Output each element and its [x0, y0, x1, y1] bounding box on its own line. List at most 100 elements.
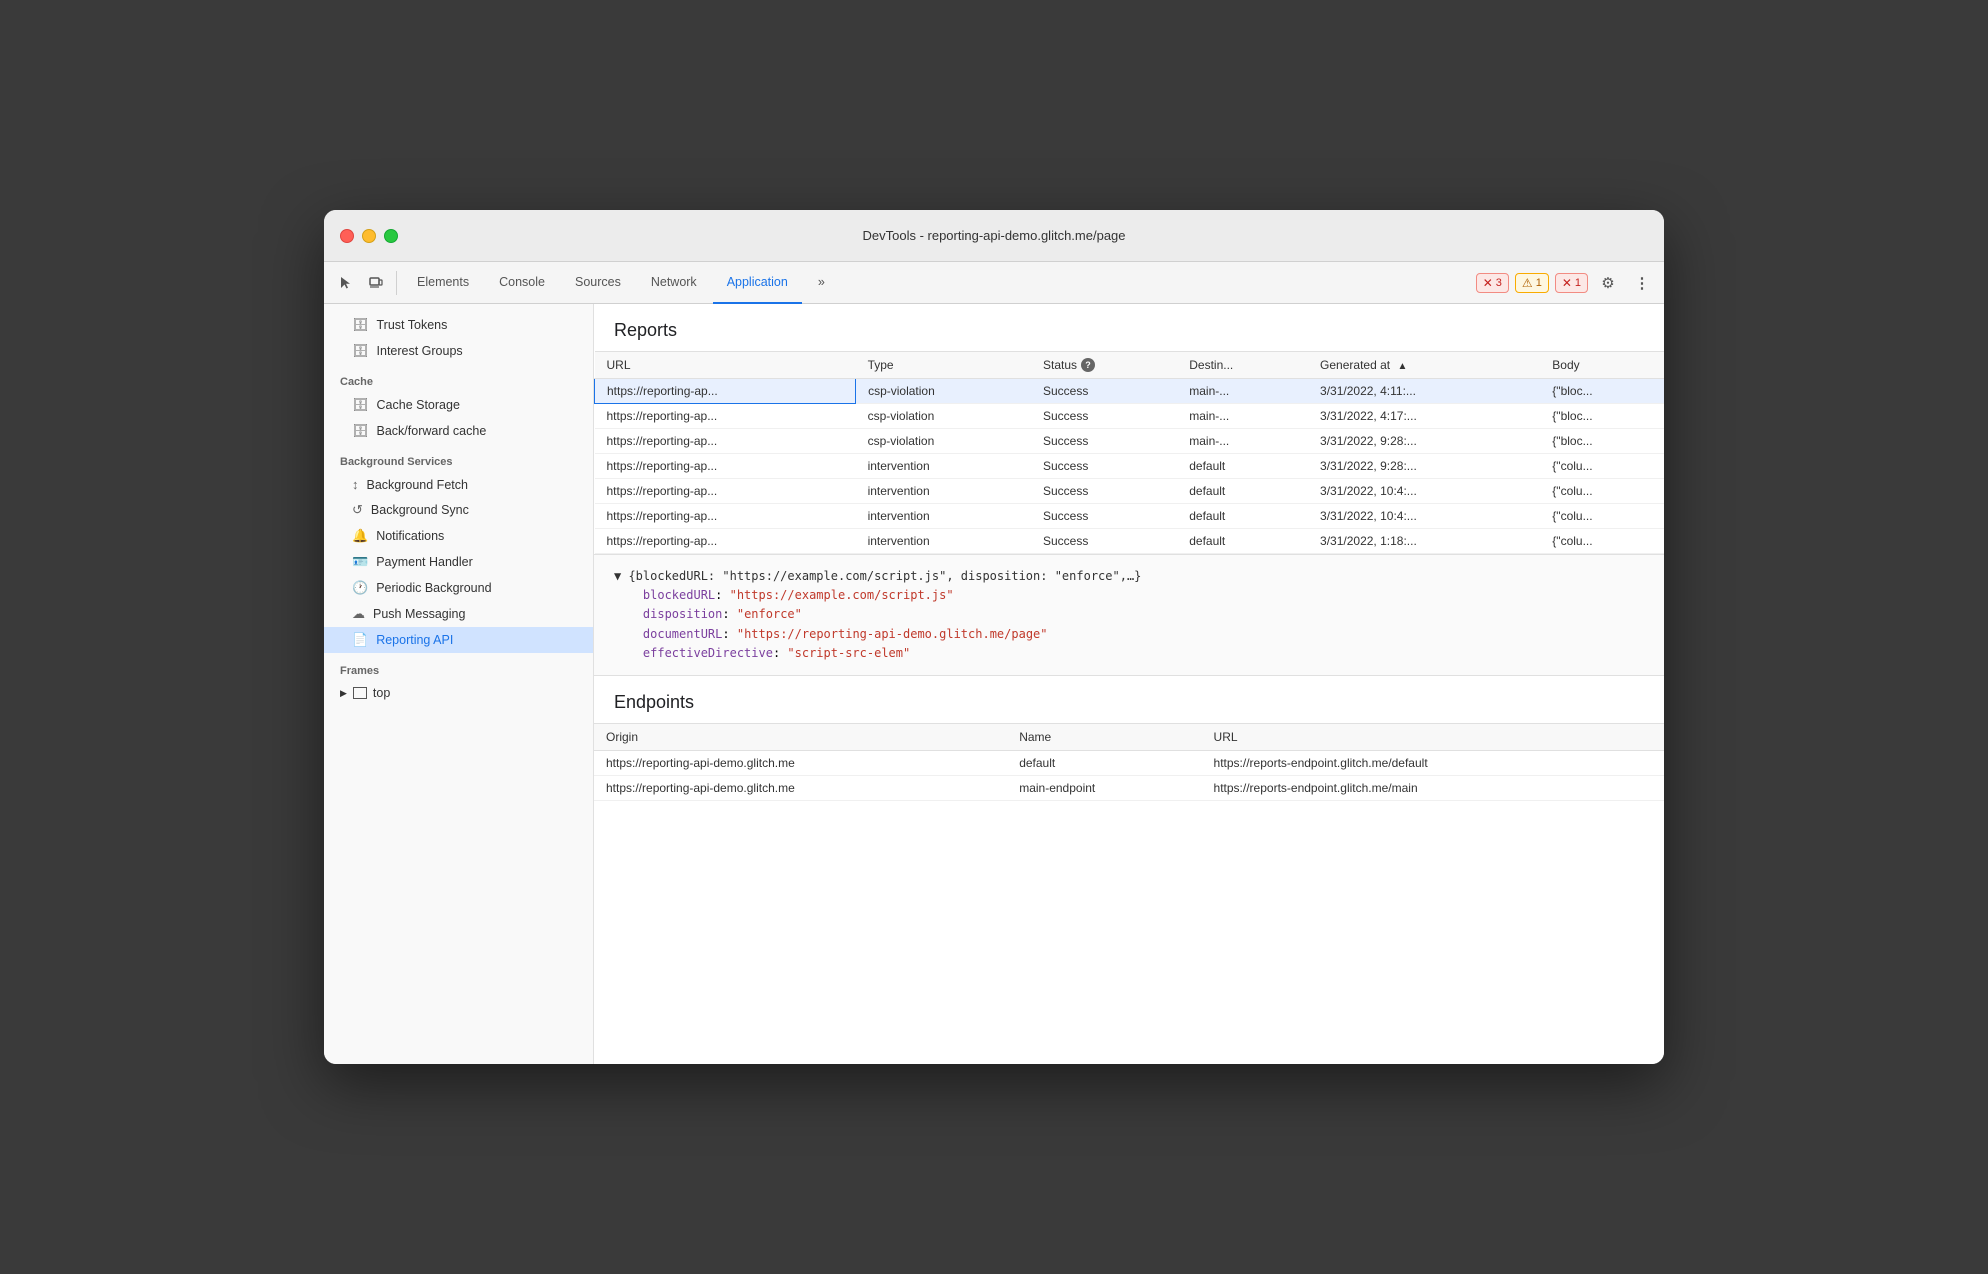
col-origin: Origin	[594, 723, 1007, 750]
warning-icon: ⚠	[1522, 276, 1533, 290]
cell-generated: 3/31/2022, 4:17:...	[1308, 404, 1540, 429]
table-row[interactable]: https://reporting-ap... csp-violation Su…	[595, 379, 1665, 404]
table-row[interactable]: https://reporting-api-demo.glitch.me def…	[594, 750, 1664, 775]
error-count-badge[interactable]: ✕ 3	[1476, 273, 1509, 293]
table-row[interactable]: https://reporting-ap... intervention Suc…	[595, 529, 1665, 554]
cell-origin: https://reporting-api-demo.glitch.me	[594, 775, 1007, 800]
database-icon: 🗄	[352, 317, 369, 333]
cell-generated: 3/31/2022, 9:28:...	[1308, 429, 1540, 454]
warning-count-badge[interactable]: ⚠ 1	[1515, 273, 1549, 293]
maximize-button[interactable]	[384, 229, 398, 243]
col-body: Body	[1540, 352, 1664, 379]
cell-destin: default	[1177, 529, 1308, 554]
error-count-badge-2[interactable]: ✕ 1	[1555, 273, 1588, 293]
close-button[interactable]	[340, 229, 354, 243]
main-content: Reports URL Type Status ?	[594, 304, 1664, 1064]
status-help-icon[interactable]: ?	[1081, 358, 1095, 372]
sidebar-item-label: Notifications	[376, 529, 444, 543]
endpoints-title: Endpoints	[594, 676, 1664, 723]
endpoints-section: Endpoints Origin Name URL https://report…	[594, 676, 1664, 801]
json-preview-line-5: effectiveDirective: "script-src-elem"	[614, 644, 1644, 663]
sort-icon: ▲	[1397, 361, 1407, 372]
titlebar: DevTools - reporting-api-demo.glitch.me/…	[324, 210, 1664, 262]
cell-type: csp-violation	[856, 379, 1031, 404]
database-icon-2: 🗄	[352, 343, 369, 359]
frames-section-label: Frames	[324, 653, 593, 681]
error-icon: ✕	[1483, 276, 1493, 290]
toolbar: Elements Console Sources Network Applica…	[324, 262, 1664, 304]
cell-type: csp-violation	[856, 404, 1031, 429]
device-icon	[368, 275, 384, 291]
frame-icon	[353, 687, 367, 699]
tab-console[interactable]: Console	[485, 262, 559, 304]
sidebar-item-label: Push Messaging	[373, 607, 465, 621]
more-menu-button[interactable]: ⋮	[1628, 269, 1656, 297]
minimize-button[interactable]	[362, 229, 376, 243]
cell-type: intervention	[856, 529, 1031, 554]
cursor-icon-button[interactable]	[332, 269, 360, 297]
table-row[interactable]: https://reporting-api-demo.glitch.me mai…	[594, 775, 1664, 800]
sidebar-item-back-forward-cache[interactable]: 🗄 Back/forward cache	[324, 418, 593, 444]
error-icon-2: ✕	[1562, 276, 1572, 290]
sidebar-item-push-messaging[interactable]: ☁ Push Messaging	[324, 601, 593, 627]
json-preview-line-2: blockedURL: "https://example.com/script.…	[614, 586, 1644, 605]
reporting-api-icon: 📄	[352, 632, 368, 648]
tab-network[interactable]: Network	[637, 262, 711, 304]
cell-url: https://reporting-ap...	[595, 529, 856, 554]
cell-type: intervention	[856, 504, 1031, 529]
expand-icon: ▶	[340, 688, 347, 699]
toolbar-divider-1	[396, 271, 397, 295]
devtools-container: Elements Console Sources Network Applica…	[324, 262, 1664, 1064]
sidebar-item-trust-tokens[interactable]: 🗄 Trust Tokens	[324, 312, 593, 338]
cell-status: Success	[1031, 379, 1177, 404]
cell-name: main-endpoint	[1007, 775, 1201, 800]
notifications-icon: 🔔	[352, 528, 368, 544]
cell-url: https://reporting-ap...	[595, 379, 856, 404]
cell-body: {"bloc...	[1540, 429, 1664, 454]
toolbar-right: ✕ 3 ⚠ 1 ✕ 1 ⚙ ⋮	[1476, 269, 1656, 297]
sidebar-item-background-sync[interactable]: ↺ Background Sync	[324, 497, 593, 523]
col-name: Name	[1007, 723, 1201, 750]
cell-destin: main-...	[1177, 429, 1308, 454]
sidebar-item-top[interactable]: ▶ top	[324, 681, 593, 705]
tab-application[interactable]: Application	[713, 262, 802, 304]
col-url: URL	[595, 352, 856, 379]
table-row[interactable]: https://reporting-ap... intervention Suc…	[595, 454, 1665, 479]
sidebar-item-payment-handler[interactable]: 🪪 Payment Handler	[324, 549, 593, 575]
table-row[interactable]: https://reporting-ap... csp-violation Su…	[595, 404, 1665, 429]
device-icon-button[interactable]	[362, 269, 390, 297]
sidebar-item-periodic-background[interactable]: 🕐 Periodic Background	[324, 575, 593, 601]
sidebar-item-notifications[interactable]: 🔔 Notifications	[324, 523, 593, 549]
cell-generated: 3/31/2022, 9:28:...	[1308, 454, 1540, 479]
cell-endpoint-url: https://reports-endpoint.glitch.me/main	[1202, 775, 1664, 800]
cell-url: https://reporting-ap...	[595, 429, 856, 454]
tab-sources[interactable]: Sources	[561, 262, 635, 304]
table-row[interactable]: https://reporting-ap... csp-violation Su…	[595, 429, 1665, 454]
table-row[interactable]: https://reporting-ap... intervention Suc…	[595, 479, 1665, 504]
payment-handler-icon: 🪪	[352, 554, 368, 570]
json-preview-line-3: disposition: "enforce"	[614, 605, 1644, 624]
sidebar-item-cache-storage[interactable]: 🗄 Cache Storage	[324, 392, 593, 418]
cell-url: https://reporting-ap...	[595, 454, 856, 479]
settings-button[interactable]: ⚙	[1594, 269, 1622, 297]
sidebar-item-reporting-api[interactable]: 📄 Reporting API	[324, 627, 593, 653]
cursor-icon	[338, 275, 354, 291]
cell-status: Success	[1031, 479, 1177, 504]
col-status: Status ?	[1031, 352, 1177, 379]
sidebar-item-label: top	[373, 686, 390, 700]
json-preview: ▼ {blockedURL: "https://example.com/scri…	[594, 554, 1664, 675]
json-preview-line-1: ▼ {blockedURL: "https://example.com/scri…	[614, 567, 1644, 586]
cell-destin: default	[1177, 454, 1308, 479]
sidebar-item-interest-groups[interactable]: 🗄 Interest Groups	[324, 338, 593, 364]
tab-more[interactable]: »	[804, 262, 839, 304]
sidebar-item-label: Background Fetch	[367, 478, 468, 492]
col-destin: Destin...	[1177, 352, 1308, 379]
sidebar-item-label: Trust Tokens	[377, 318, 448, 332]
table-row[interactable]: https://reporting-ap... intervention Suc…	[595, 504, 1665, 529]
cell-body: {"colu...	[1540, 479, 1664, 504]
tab-elements[interactable]: Elements	[403, 262, 483, 304]
sidebar-item-background-fetch[interactable]: ↕ Background Fetch	[324, 472, 593, 497]
col-type: Type	[856, 352, 1031, 379]
devtools-window: DevTools - reporting-api-demo.glitch.me/…	[324, 210, 1664, 1064]
back-forward-icon: 🗄	[352, 423, 369, 439]
